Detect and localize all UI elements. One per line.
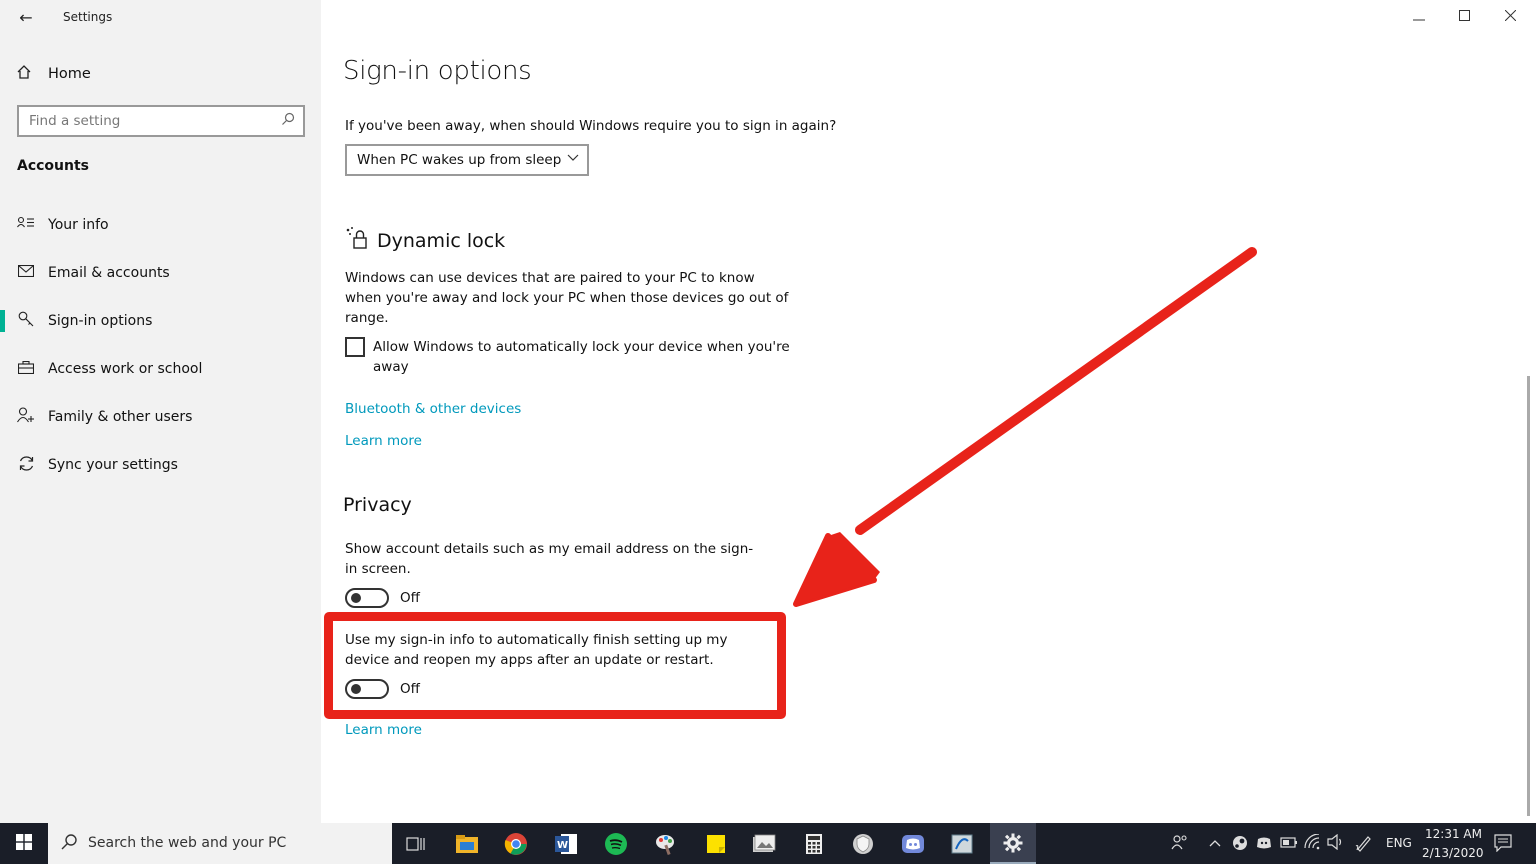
person-add-icon bbox=[16, 407, 36, 427]
minimize-button[interactable] bbox=[1396, 2, 1442, 32]
briefcase-icon bbox=[16, 360, 36, 378]
volume-icon[interactable] bbox=[1327, 833, 1345, 853]
taskbar-search-text: Search the web and your PC bbox=[88, 835, 287, 851]
windows-logo-icon bbox=[16, 833, 32, 854]
discord-tray-icon[interactable] bbox=[1256, 836, 1272, 853]
file-explorer-icon[interactable] bbox=[451, 828, 483, 860]
svg-text:W: W bbox=[557, 840, 568, 851]
person-lines-icon bbox=[16, 216, 36, 234]
clock-time[interactable]: 12:31 AM bbox=[1425, 827, 1482, 841]
chrome-icon[interactable] bbox=[500, 828, 532, 860]
dynamic-lock-checkbox-label: Allow Windows to automatically lock your… bbox=[373, 339, 790, 375]
sticky-notes-icon[interactable] bbox=[700, 828, 732, 860]
maximize-icon bbox=[1458, 9, 1470, 25]
photos-app-icon[interactable] bbox=[748, 828, 780, 860]
taskbar-search-box[interactable]: Search the web and your PC bbox=[48, 823, 392, 864]
minimize-icon bbox=[1413, 9, 1425, 25]
scrollbar[interactable] bbox=[1527, 376, 1530, 816]
dynamic-lock-checkbox-row[interactable]: Allow Windows to automatically lock your… bbox=[345, 337, 793, 377]
toggle-knob bbox=[351, 593, 361, 603]
word-icon[interactable]: W bbox=[550, 828, 582, 860]
dynamic-lock-checkbox[interactable] bbox=[345, 337, 365, 357]
steam-icon[interactable] bbox=[1232, 835, 1248, 854]
back-button[interactable]: ← bbox=[14, 6, 38, 28]
action-center-icon[interactable] bbox=[1494, 834, 1512, 855]
calculator-icon[interactable] bbox=[798, 828, 830, 860]
start-button[interactable] bbox=[0, 823, 48, 864]
sidebar-item-sync[interactable]: Sync your settings bbox=[0, 450, 321, 480]
sidebar-item-label: Family & other users bbox=[48, 409, 193, 425]
require-signin-dropdown[interactable]: When PC wakes up from sleep bbox=[345, 144, 589, 176]
gear-icon bbox=[997, 827, 1029, 859]
sidebar-item-label: Access work or school bbox=[48, 361, 203, 377]
require-signin-question: If you've been away, when should Windows… bbox=[345, 118, 837, 134]
sidebar-item-your-info[interactable]: Your info bbox=[0, 210, 321, 240]
sidebar-item-label: Home bbox=[48, 66, 91, 82]
home-icon bbox=[16, 64, 36, 84]
people-icon[interactable] bbox=[1171, 833, 1189, 854]
clock-date[interactable]: 2/13/2020 bbox=[1422, 846, 1484, 860]
sidebar-item-sign-in-options[interactable]: Sign-in options bbox=[0, 306, 321, 336]
privacy-learn-more-link[interactable]: Learn more bbox=[345, 722, 422, 738]
pen-icon[interactable] bbox=[1355, 834, 1373, 855]
sidebar-item-label: Sync your settings bbox=[48, 457, 178, 473]
dynamic-lock-description: Windows can use devices that are paired … bbox=[345, 270, 789, 326]
privacy-heading: Privacy bbox=[343, 494, 412, 516]
search-icon[interactable] bbox=[281, 112, 295, 130]
annotation-highlight-box bbox=[324, 612, 786, 719]
spotify-icon[interactable] bbox=[600, 828, 632, 860]
sidebar-item-home[interactable]: Home bbox=[16, 62, 91, 86]
paint-app-icon[interactable] bbox=[650, 828, 682, 860]
dynamic-lock-title: Dynamic lock bbox=[377, 229, 506, 252]
language-indicator[interactable]: ENG bbox=[1386, 836, 1412, 850]
learn-more-link[interactable]: Learn more bbox=[345, 433, 422, 449]
dynamic-lock-heading: Dynamic lock bbox=[345, 226, 505, 255]
battery-icon[interactable] bbox=[1280, 835, 1298, 852]
close-icon bbox=[1504, 9, 1516, 25]
sidebar-item-label: Your info bbox=[48, 217, 109, 233]
account-details-toggle-state: Off bbox=[400, 590, 420, 606]
sidebar-item-label: Sign-in options bbox=[48, 313, 153, 329]
bluetooth-devices-link[interactable]: Bluetooth & other devices bbox=[345, 401, 521, 417]
discord-icon[interactable] bbox=[897, 828, 929, 860]
page-title: Sign-in options bbox=[343, 56, 532, 86]
sidebar: ← Settings Home Accounts Your info Email… bbox=[0, 0, 321, 823]
maximize-button[interactable] bbox=[1441, 2, 1487, 32]
dynamic-lock-icon bbox=[345, 226, 369, 255]
search-input[interactable] bbox=[29, 113, 269, 129]
dropdown-value: When PC wakes up from sleep bbox=[357, 152, 562, 168]
sidebar-item-email-accounts[interactable]: Email & accounts bbox=[0, 258, 321, 288]
search-setting-box bbox=[17, 105, 305, 137]
sidebar-item-access-work[interactable]: Access work or school bbox=[0, 354, 321, 384]
sharex-app-icon[interactable] bbox=[946, 828, 978, 860]
app-title: Settings bbox=[63, 10, 113, 24]
chevron-down-icon bbox=[567, 151, 579, 165]
section-title-accounts: Accounts bbox=[17, 158, 90, 174]
account-details-toggle[interactable] bbox=[345, 588, 389, 608]
chevron-up-icon[interactable] bbox=[1209, 836, 1221, 850]
annotation-arrow bbox=[793, 247, 1257, 607]
mail-icon bbox=[16, 264, 36, 281]
settings-taskbar-button[interactable] bbox=[990, 823, 1036, 864]
sync-icon bbox=[16, 455, 36, 476]
sidebar-item-family[interactable]: Family & other users bbox=[0, 402, 321, 432]
taskbar: Search the web and your PC W ENG 12:31 A… bbox=[0, 823, 1536, 864]
arrow-left-icon: ← bbox=[19, 7, 33, 27]
wifi-icon[interactable] bbox=[1304, 833, 1322, 853]
security-shield-icon[interactable] bbox=[847, 828, 879, 860]
privacy-setting-account-details-text: Show account details such as my email ad… bbox=[345, 541, 754, 577]
sidebar-item-label: Email & accounts bbox=[48, 265, 170, 281]
task-view-icon[interactable] bbox=[400, 828, 432, 860]
key-icon bbox=[16, 311, 36, 331]
close-button[interactable] bbox=[1487, 2, 1533, 32]
search-icon bbox=[60, 833, 78, 855]
